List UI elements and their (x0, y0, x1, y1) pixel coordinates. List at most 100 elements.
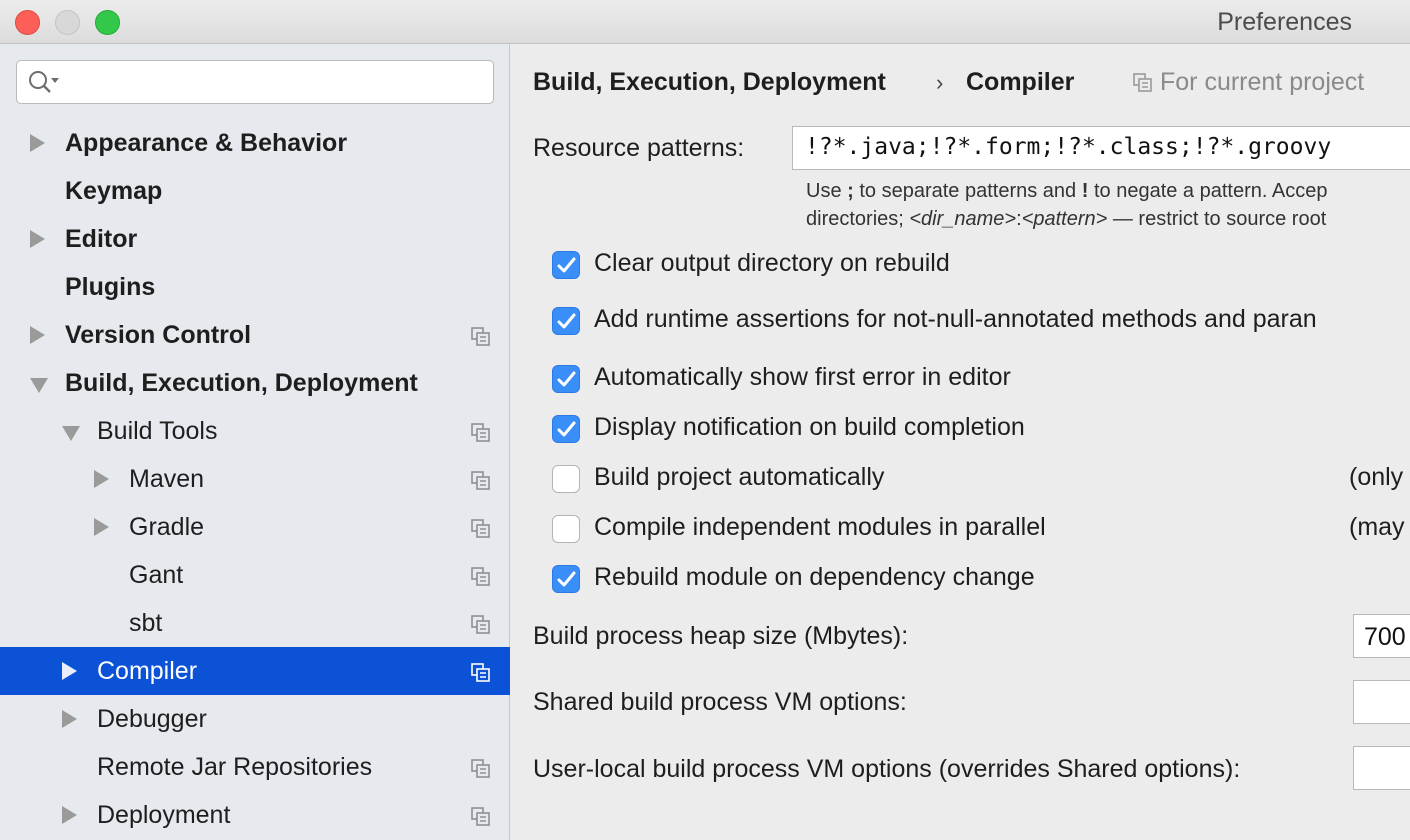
tree-item-label: Gradle (129, 513, 205, 541)
tree-item-label: Deployment (97, 801, 231, 829)
tree-item-gant[interactable]: Gant (0, 551, 510, 599)
option-clear-output-directory-on-rebuild[interactable]: Clear output directory on rebuild (552, 249, 1410, 281)
tree-item-label: Build, Execution, Deployment (65, 369, 418, 397)
tree-item-label: Keymap (65, 177, 163, 205)
hint-semicolon: ; (847, 180, 854, 202)
user-vm-options-input[interactable] (1353, 746, 1410, 790)
option-label[interactable]: Clear output directory on rebuild (594, 249, 950, 278)
settings-search-input[interactable] (16, 60, 494, 104)
option-rebuild-module-on-dependency-change[interactable]: Rebuild module on dependency change (552, 563, 1410, 595)
option-automatically-show-first-error-in-editor[interactable]: Automatically show first error in editor (552, 363, 1410, 395)
option-compile-independent-modules-in-parallel[interactable]: Compile independent modules in parallel (552, 513, 1410, 545)
checkbox-checked[interactable] (552, 251, 580, 279)
project-scope-icon (1133, 73, 1152, 92)
option-note: (only (1349, 463, 1404, 491)
checkbox-checked[interactable] (552, 307, 580, 335)
tree-item-label: Maven (129, 465, 205, 493)
scope-label: For current project (1160, 68, 1365, 96)
option-label[interactable]: Rebuild module on dependency change (594, 563, 1035, 592)
tree-item-editor[interactable]: Editor (0, 215, 510, 263)
checkmark-icon (557, 371, 576, 387)
tree-item-deployment[interactable]: Deployment (0, 791, 510, 839)
expand-arrow-icon[interactable] (94, 470, 109, 488)
tree-item-gradle[interactable]: Gradle (0, 503, 510, 551)
checkbox-checked[interactable] (552, 365, 580, 393)
project-scope-icon (471, 421, 491, 442)
shared-vm-options-label: Shared build process VM options: (533, 688, 907, 716)
resource-patterns-input[interactable]: !?*.java;!?*.form;!?*.class;!?*.groovy (792, 126, 1410, 170)
expand-arrow-icon[interactable] (94, 518, 109, 536)
project-scope-icon (471, 805, 491, 826)
settings-sidebar: Appearance & Behavior Keymap Editor Plugins… (0, 44, 510, 840)
title-bar: Preferences (0, 0, 1410, 44)
expand-arrow-icon[interactable] (30, 326, 45, 344)
tree-item-label: Remote Jar Repositories (97, 753, 373, 781)
hint-text: — restrict to source root (1107, 208, 1327, 230)
tree-item-keymap[interactable]: Keymap (0, 167, 510, 215)
collapse-arrow-icon[interactable] (30, 378, 48, 393)
close-window-button[interactable] (15, 10, 40, 35)
checkbox-unchecked[interactable] (552, 465, 580, 493)
resource-patterns-label: Resource patterns: (533, 134, 745, 162)
minimize-window-button[interactable] (55, 10, 80, 35)
option-label[interactable]: Automatically show first error in editor (594, 363, 1011, 392)
hint-dir-name: <dir_name> (909, 208, 1017, 230)
user-vm-options-label: User-local build process VM options (ove… (533, 755, 1241, 783)
checkmark-icon (557, 421, 576, 437)
expand-arrow-icon[interactable] (30, 134, 45, 152)
checkbox-checked[interactable] (552, 415, 580, 443)
resource-patterns-hint-line1: Use ; to separate patterns and ! to nega… (806, 180, 1327, 203)
project-scope-icon (471, 661, 491, 682)
project-scope-icon (471, 613, 491, 634)
tree-item-label: Debugger (97, 705, 207, 733)
breadcrumb-parent[interactable]: Build, Execution, Deployment (533, 68, 886, 97)
hint-text: directories; (806, 208, 910, 230)
maximize-window-button[interactable] (95, 10, 120, 35)
tree-item-compiler[interactable]: Compiler (0, 647, 510, 695)
expand-arrow-icon[interactable] (62, 806, 77, 824)
option-display-notification-on-build-completion[interactable]: Display notification on build completion (552, 413, 1410, 445)
hint-text: to separate patterns and (853, 180, 1082, 202)
option-label[interactable]: Compile independent modules in parallel (594, 513, 1046, 542)
option-label[interactable]: Display notification on build completion (594, 413, 1025, 442)
collapse-arrow-icon[interactable] (62, 426, 80, 441)
project-scope-icon (471, 517, 491, 538)
tree-item-sbt[interactable]: sbt (0, 599, 510, 647)
hint-text: Use (806, 180, 848, 202)
tree-item-maven[interactable]: Maven (0, 455, 510, 503)
project-scope-icon (471, 469, 491, 490)
heap-size-input[interactable]: 700 (1353, 614, 1410, 658)
checkbox-unchecked[interactable] (552, 515, 580, 543)
option-label[interactable]: Build project automatically (594, 463, 884, 492)
compiler-settings-panel: Build, Execution, Deployment › Compiler … (511, 44, 1410, 840)
checkbox-checked[interactable] (552, 565, 580, 593)
option-build-project-automatically[interactable]: Build project automatically (552, 463, 1410, 495)
project-scope-icon (471, 325, 491, 346)
tree-item-version-control[interactable]: Version Control (0, 311, 510, 359)
tree-item-plugins[interactable]: Plugins (0, 263, 510, 311)
tree-item-build-tools[interactable]: Build Tools (0, 407, 510, 455)
search-icon (29, 71, 59, 93)
project-scope-icon (471, 757, 491, 778)
resource-patterns-hint-line2: directories; <dir_name>:<pattern> — rest… (806, 208, 1326, 231)
tree-item-label: Version Control (65, 321, 252, 349)
expand-arrow-icon[interactable] (30, 230, 45, 248)
tree-item-remote-jar-repositories[interactable]: Remote Jar Repositories (0, 743, 510, 791)
option-label[interactable]: Add runtime assertions for not-null-anno… (594, 305, 1317, 334)
checkmark-icon (557, 313, 576, 329)
breadcrumb-separator: › (936, 70, 944, 95)
tree-item-debugger[interactable]: Debugger (0, 695, 510, 743)
checkmark-icon (557, 257, 576, 273)
tree-item-appearance-behavior[interactable]: Appearance & Behavior (0, 119, 510, 167)
expand-arrow-icon[interactable] (62, 662, 77, 680)
tree-item-label: Compiler (97, 657, 198, 685)
option-note: (may (1349, 513, 1405, 541)
expand-arrow-icon[interactable] (62, 710, 77, 728)
project-scope-icon (471, 565, 491, 586)
heap-size-label: Build process heap size (Mbytes): (533, 622, 909, 650)
shared-vm-options-input[interactable] (1353, 680, 1410, 724)
tree-item-label: sbt (129, 609, 163, 637)
tree-item-build-execution-deployment[interactable]: Build, Execution, Deployment (0, 359, 510, 407)
option-add-runtime-assertions-for-not-null-annotated-methods-and-paran[interactable]: Add runtime assertions for not-null-anno… (552, 305, 1410, 337)
hint-text: to negate a pattern. Accep (1088, 180, 1328, 202)
